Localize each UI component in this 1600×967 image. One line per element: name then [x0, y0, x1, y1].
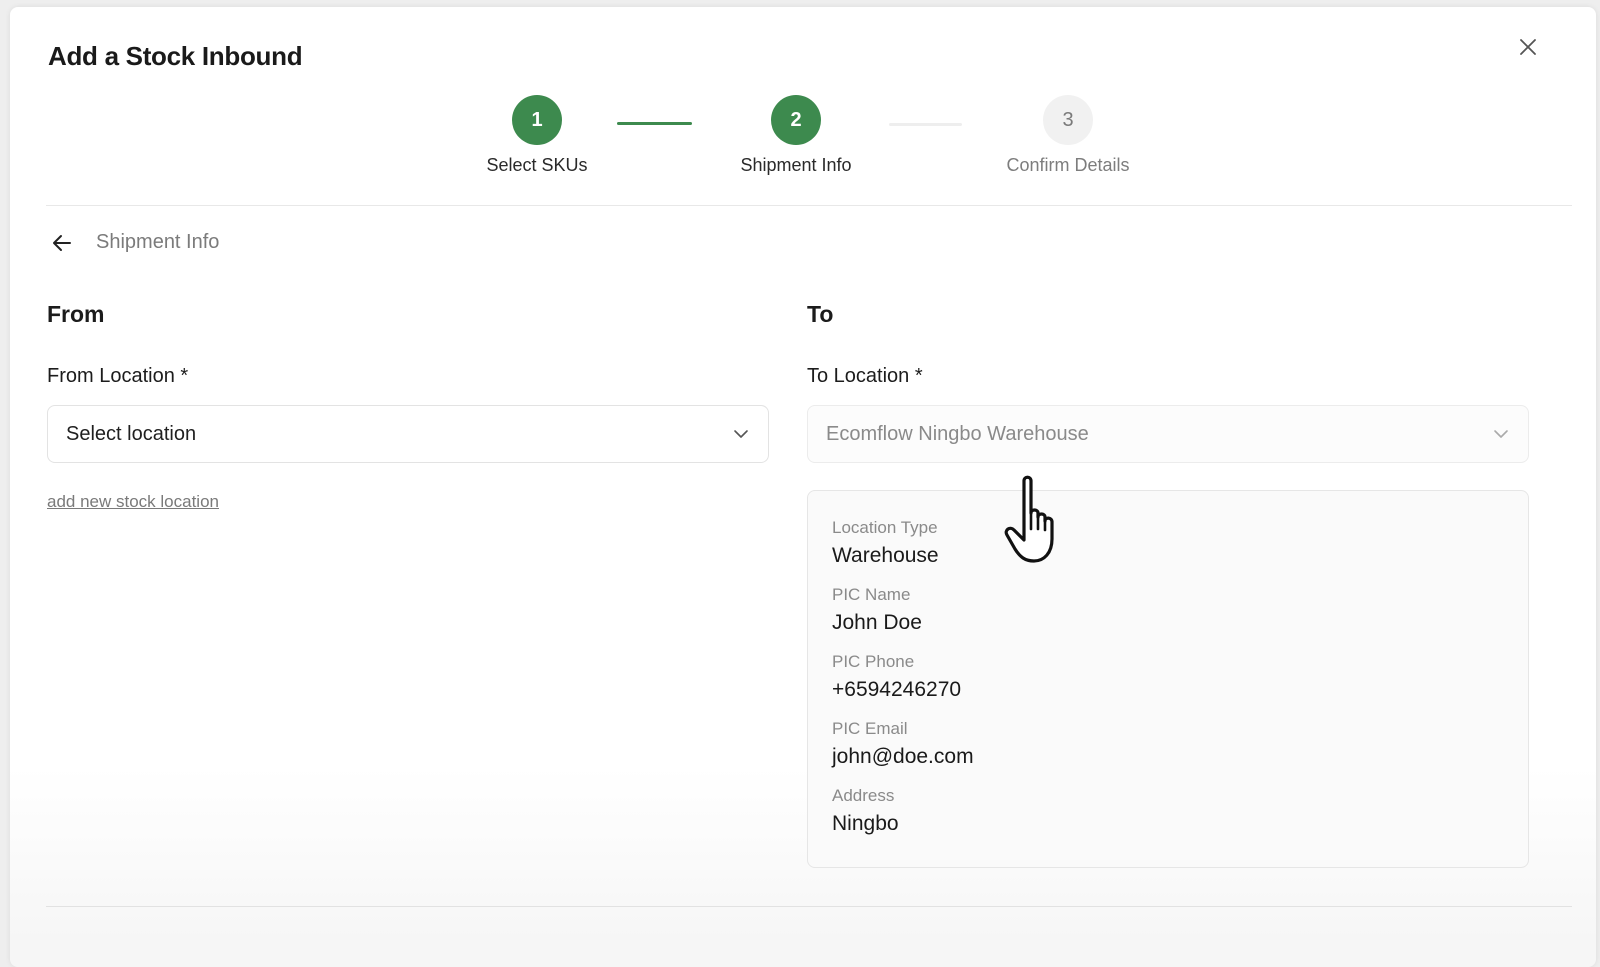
detail-label: PIC Phone: [832, 652, 915, 671]
from-location-label: From Location *: [47, 365, 189, 387]
step-label: Shipment Info: [740, 155, 852, 175]
back-button[interactable]: [46, 229, 78, 257]
to-location-select[interactable]: Ecomflow Ningbo Warehouse: [807, 405, 1529, 463]
step-select-skus: 1 Select SKUs: [457, 95, 617, 176]
step-label: Select SKUs: [486, 155, 588, 175]
detail-label: Location Type: [832, 518, 938, 537]
footer-divider: [46, 906, 1572, 907]
header-divider: [46, 205, 1572, 206]
close-button[interactable]: [1514, 33, 1542, 61]
detail-label: PIC Email: [832, 719, 908, 738]
detail-value: +6594246270: [832, 678, 962, 701]
chevron-down-icon: [1494, 430, 1508, 438]
step-confirm-details: 3 Confirm Details: [988, 95, 1148, 176]
modal-title: Add a Stock Inbound: [48, 41, 303, 71]
arrow-left-icon: [53, 235, 71, 251]
step-number: 2: [771, 95, 821, 145]
to-location-label: To Location *: [807, 365, 923, 387]
from-location-placeholder: Select location: [66, 422, 197, 445]
detail-pic-phone: PIC Phone +6594246270: [832, 649, 1504, 705]
step-number: 1: [512, 95, 562, 145]
detail-pic-name: PIC Name John Doe: [832, 582, 1504, 638]
location-details-card: Location Type Warehouse PIC Name John Do…: [807, 490, 1529, 868]
detail-pic-email: PIC Email john@doe.com: [832, 716, 1504, 772]
section-title: Shipment Info: [96, 231, 220, 253]
detail-value: Warehouse: [832, 544, 939, 567]
step-connector-pending: [889, 123, 962, 126]
step-number: 3: [1043, 95, 1093, 145]
detail-location-type: Location Type Warehouse: [832, 515, 1504, 571]
to-heading: To: [807, 301, 834, 327]
add-new-stock-location-link[interactable]: add new stock location: [47, 492, 219, 512]
to-location-value: Ecomflow Ningbo Warehouse: [826, 422, 1089, 445]
detail-label: Address: [832, 786, 895, 805]
chevron-down-icon: [734, 430, 748, 438]
step-shipment-info: 2 Shipment Info: [716, 95, 876, 176]
from-heading: From: [47, 301, 105, 327]
detail-value: john@doe.com: [832, 745, 974, 768]
step-connector-completed: [617, 122, 692, 125]
close-icon: [1520, 39, 1536, 55]
stock-inbound-modal: Add a Stock Inbound 1 Select SKUs 2 Ship…: [10, 7, 1596, 967]
step-label: Confirm Details: [1006, 155, 1130, 175]
detail-label: PIC Name: [832, 585, 911, 604]
detail-address: Address Ningbo: [832, 783, 1504, 839]
from-location-select[interactable]: Select location: [47, 405, 769, 463]
detail-value: John Doe: [832, 611, 922, 634]
detail-value: Ningbo: [832, 812, 899, 835]
